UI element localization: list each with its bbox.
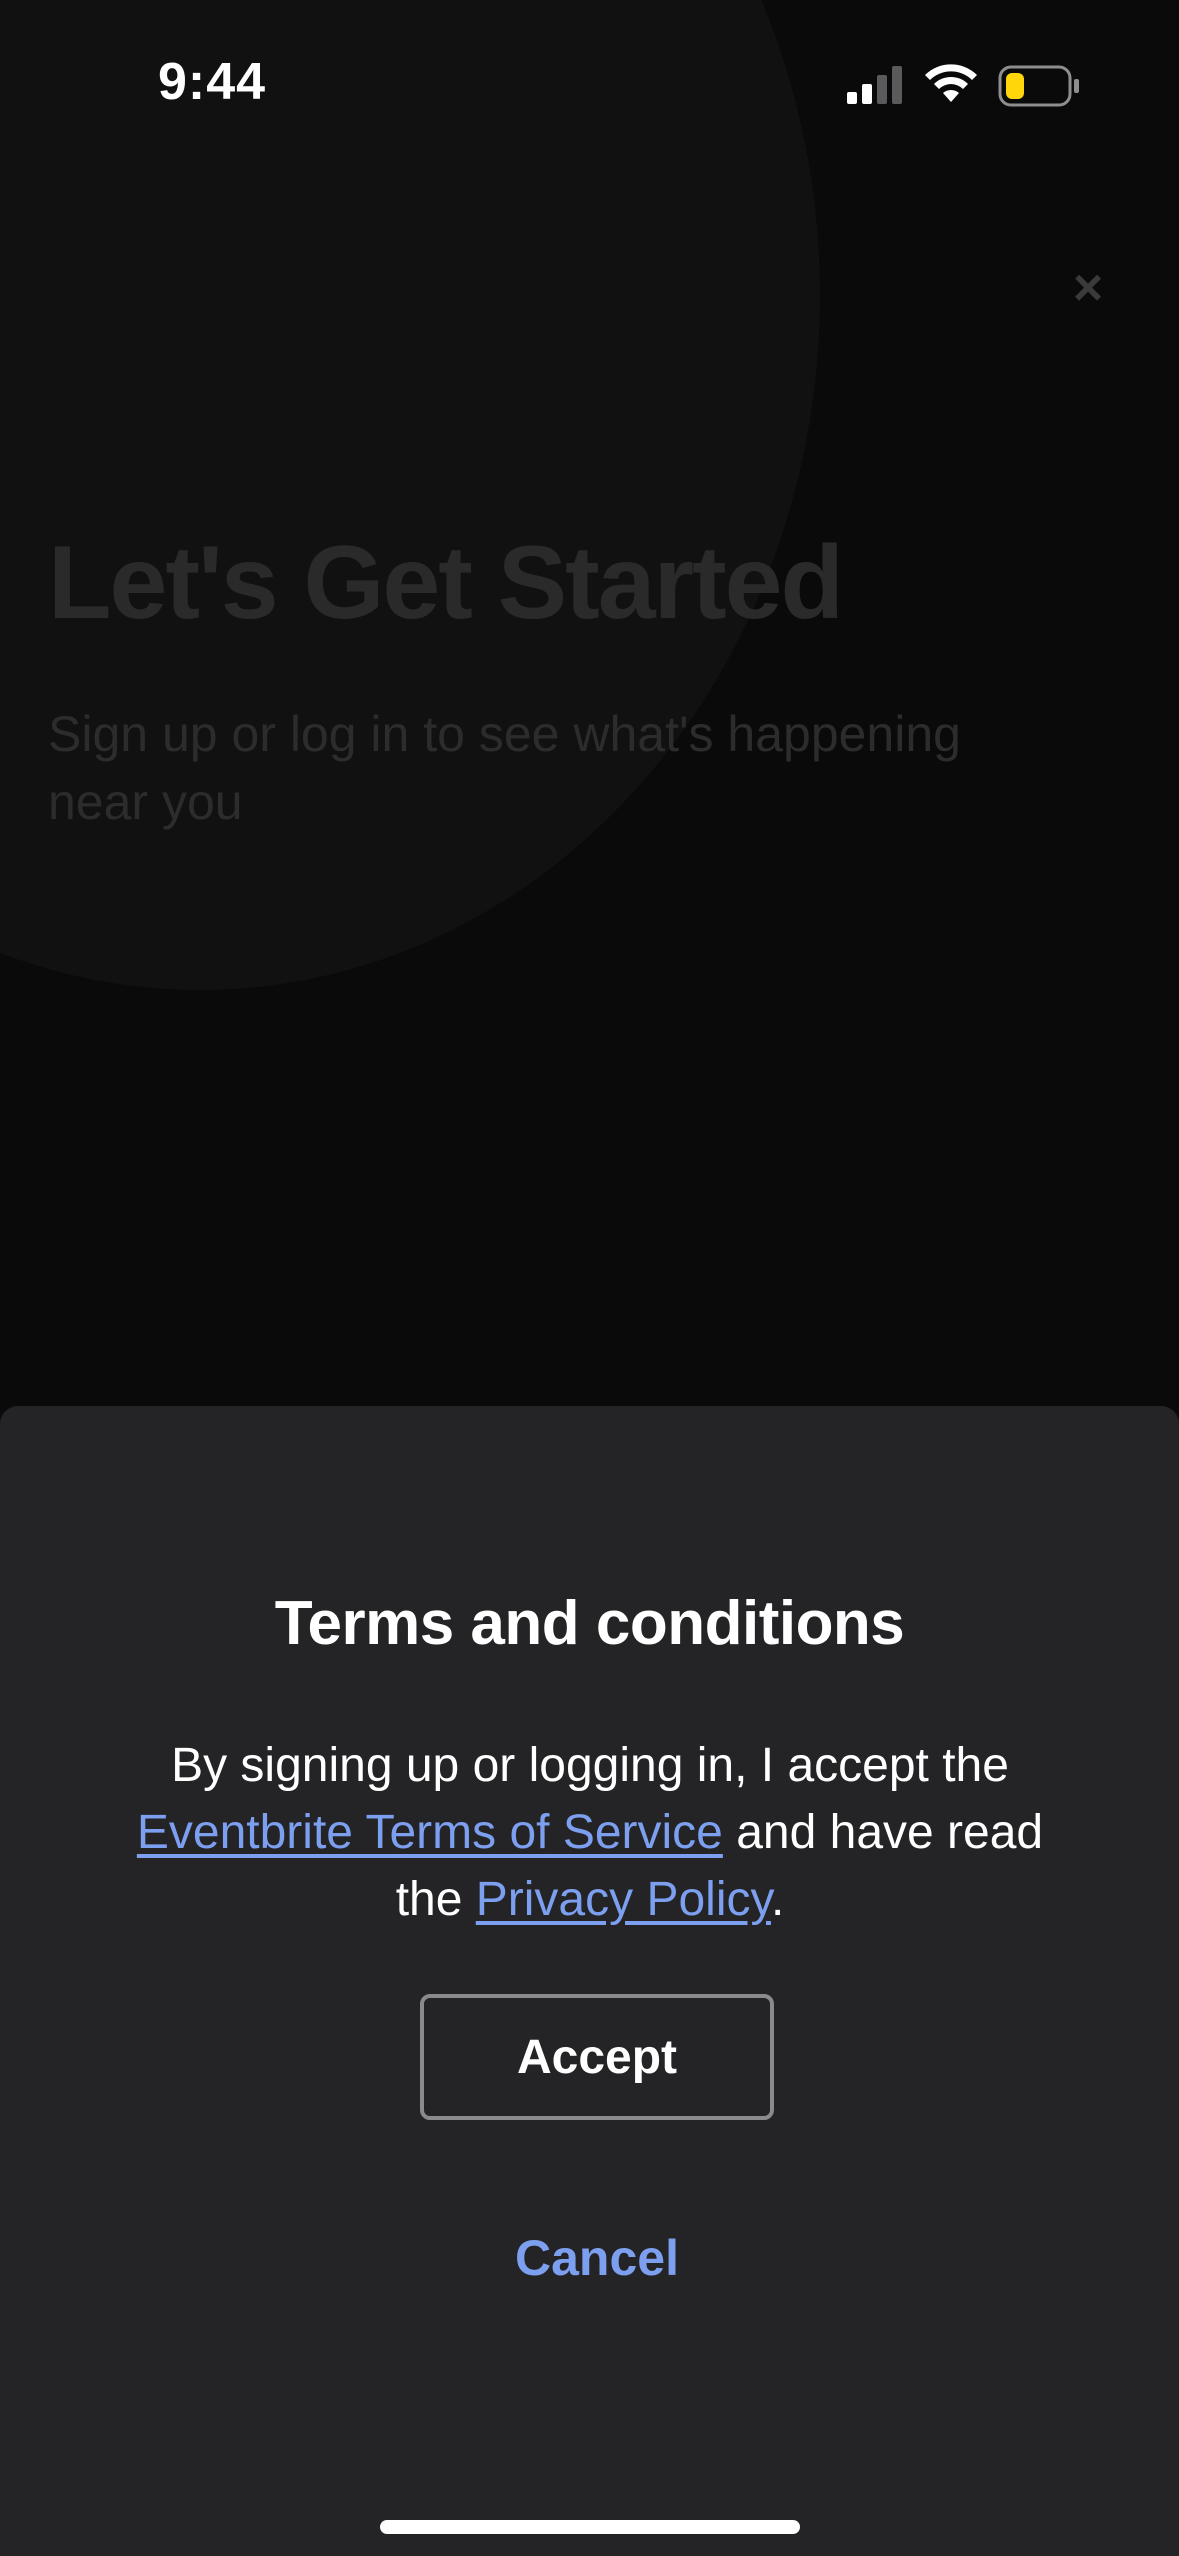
status-time: 9:44 [158,53,267,111]
home-indicator[interactable] [380,2520,800,2534]
signal-icon [847,66,902,104]
privacy-policy-link[interactable]: Privacy Policy [476,1873,771,1926]
terms-of-service-link[interactable]: Eventbrite Terms of Service [137,1806,723,1859]
battery-icon [998,65,1079,107]
accept-button[interactable]: Accept [420,1994,774,2120]
close-icon[interactable]: × [1066,262,1110,314]
terms-text-suffix: . [770,1873,785,1926]
sheet-title: Terms and conditions [274,1589,905,1658]
cancel-button[interactable]: Cancel [420,2218,774,2298]
wifi-icon [925,64,977,102]
terms-text: By signing up or logging in, I accept th… [110,1732,1070,1933]
screen: 9:44 × Let's Get Started Sign up or log … [0,0,1179,2556]
hero-title: Let's Get Started [48,525,844,641]
terms-text-prefix: By signing up or logging in, I accept th… [171,1739,1009,1792]
terms-sheet: Terms and conditions By signing up or lo… [0,1406,1179,2556]
status-bar: 9:44 [0,0,1179,170]
hero-subtitle: Sign up or log in to see what's happenin… [48,706,961,830]
